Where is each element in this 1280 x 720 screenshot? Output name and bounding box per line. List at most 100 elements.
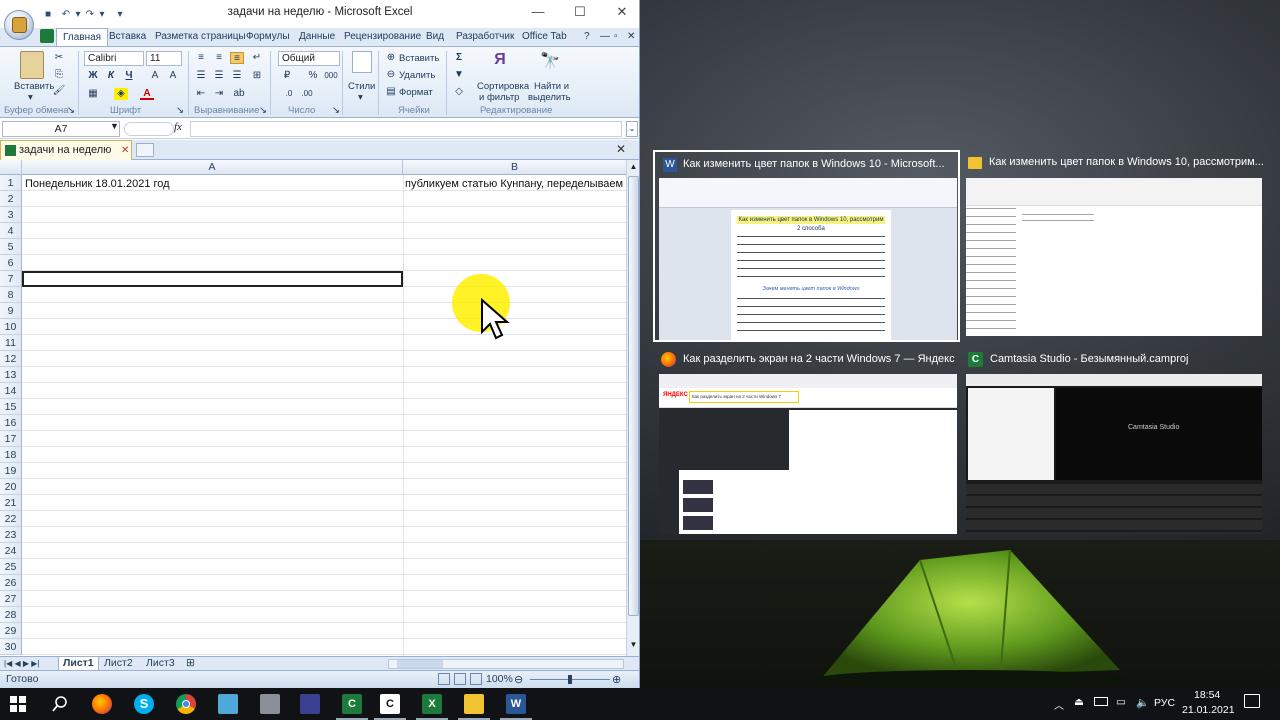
screen-tool-taskbar-icon[interactable] bbox=[218, 694, 238, 714]
table-row[interactable] bbox=[22, 639, 626, 655]
format-painter-icon[interactable]: 🖌 bbox=[52, 85, 66, 97]
underline-icon[interactable]: Ч bbox=[122, 70, 136, 82]
clipboard-launcher-icon[interactable]: ↘ bbox=[67, 105, 75, 116]
zoom-level[interactable]: 100% bbox=[486, 673, 513, 685]
table-row[interactable] bbox=[22, 239, 626, 255]
sheet-tab-3[interactable]: Лист3 bbox=[146, 657, 175, 671]
merge-center-icon[interactable]: ⊞ bbox=[250, 70, 264, 82]
row-header[interactable]: 21 bbox=[0, 495, 22, 511]
excel-window[interactable]: ■ ↶ ▾ ↷ ▾ ▾ задачи на неделю - Microsoft… bbox=[0, 0, 640, 688]
fill-icon[interactable]: ▼ bbox=[452, 69, 466, 81]
table-row[interactable] bbox=[22, 367, 626, 383]
taskview-window-explorer[interactable]: Как изменить цвет папок в Windows 10, ра… bbox=[962, 150, 1268, 342]
row-header[interactable]: 16 bbox=[0, 415, 22, 431]
font-launcher-icon[interactable]: ↘ bbox=[176, 105, 184, 116]
row-header[interactable]: 27 bbox=[0, 591, 22, 607]
table-row[interactable] bbox=[22, 399, 626, 415]
format-cells-button[interactable]: Формат bbox=[399, 87, 433, 98]
table-row[interactable] bbox=[22, 623, 626, 639]
clock-time[interactable]: 18:54 bbox=[1194, 689, 1220, 701]
tab-formulas[interactable]: Формулы bbox=[246, 28, 290, 46]
row-header[interactable]: 18 bbox=[0, 447, 22, 463]
usb-icon[interactable]: ⏏ bbox=[1074, 696, 1084, 708]
tab-review[interactable]: Рецензирование bbox=[344, 28, 421, 46]
scroll-up-icon[interactable]: ▲ bbox=[628, 162, 639, 174]
row-header[interactable]: 26 bbox=[0, 575, 22, 591]
start-icon[interactable] bbox=[10, 696, 26, 712]
horizontal-scrollbar[interactable] bbox=[388, 659, 624, 669]
align-middle-icon[interactable]: ≡ bbox=[212, 52, 226, 64]
table-row[interactable] bbox=[22, 319, 626, 335]
align-top-icon[interactable]: ≡ bbox=[194, 52, 208, 64]
alignment-launcher-icon[interactable]: ↘ bbox=[259, 105, 267, 116]
number-format-select[interactable]: Общий bbox=[278, 51, 340, 66]
network-icon[interactable]: ▭ bbox=[1116, 696, 1126, 708]
active-cell-a7[interactable] bbox=[22, 271, 403, 287]
zoom-in-icon[interactable]: ⊕ bbox=[612, 673, 621, 686]
taskview-window-firefox[interactable]: Как разделить экран на 2 части Windows 7… bbox=[653, 346, 960, 538]
table-row[interactable] bbox=[22, 511, 626, 527]
table-row[interactable] bbox=[22, 431, 626, 447]
excel-taskbar-icon[interactable]: X bbox=[422, 694, 442, 714]
insert-function-icon[interactable]: fx bbox=[174, 121, 182, 133]
table-row[interactable] bbox=[22, 543, 626, 559]
expand-formula-icon[interactable]: ⌄ bbox=[626, 121, 638, 137]
show-hidden-icons[interactable]: ︿ bbox=[1054, 697, 1064, 712]
paste-button[interactable]: Вставить bbox=[14, 81, 54, 92]
name-box-dropdown-icon[interactable]: ▼ bbox=[110, 121, 119, 131]
fill-color-icon[interactable]: ◈ bbox=[114, 88, 128, 100]
clock-date[interactable]: 21.01.2021 bbox=[1182, 704, 1235, 716]
grow-font-icon[interactable]: A bbox=[148, 70, 162, 82]
search-icon[interactable] bbox=[52, 696, 68, 712]
title-bar[interactable]: ■ ↶ ▾ ↷ ▾ ▾ задачи на неделю - Microsoft… bbox=[0, 0, 639, 28]
table-row[interactable] bbox=[22, 191, 626, 207]
table-row[interactable] bbox=[22, 575, 626, 591]
sort-filter-icon[interactable]: Я bbox=[488, 51, 512, 77]
row-header[interactable]: 8 bbox=[0, 287, 22, 303]
language-indicator[interactable]: РУС bbox=[1154, 697, 1175, 709]
decrease-decimal-icon[interactable]: .00 bbox=[300, 88, 314, 100]
cut-icon[interactable]: ✂ bbox=[52, 52, 66, 64]
table-row[interactable] bbox=[22, 383, 626, 399]
find-select-line1[interactable]: Найти и bbox=[534, 81, 569, 92]
skype-taskbar-icon[interactable]: S bbox=[134, 694, 154, 714]
table-row[interactable] bbox=[22, 415, 626, 431]
row-header[interactable]: 4 bbox=[0, 223, 22, 239]
word-taskbar-icon[interactable]: W bbox=[506, 694, 526, 714]
page-layout-view-icon[interactable] bbox=[454, 673, 466, 685]
accounting-format-icon[interactable]: ₽ bbox=[280, 70, 294, 82]
tab-page-layout[interactable]: Разметка страницы bbox=[155, 28, 246, 46]
chrome-taskbar-icon[interactable] bbox=[176, 694, 196, 714]
ribbon-restore-icon[interactable]: ▫ bbox=[614, 28, 618, 46]
borders-icon[interactable]: ▦ bbox=[86, 88, 100, 100]
increase-decimal-icon[interactable]: .0 bbox=[282, 88, 296, 100]
copy-icon[interactable]: ⎘ bbox=[52, 69, 66, 81]
formula-input[interactable] bbox=[190, 121, 622, 137]
row-header[interactable]: 30 bbox=[0, 639, 22, 655]
first-sheet-icon[interactable]: |◀ ◀ ▶ ▶| bbox=[4, 657, 39, 671]
table-row[interactable] bbox=[22, 527, 626, 543]
italic-icon[interactable]: К bbox=[104, 70, 118, 82]
h-scroll-thumb[interactable] bbox=[397, 660, 443, 668]
row-header[interactable]: 2 bbox=[0, 191, 22, 207]
comma-style-icon[interactable]: 000 bbox=[324, 70, 338, 82]
help-icon[interactable]: ? bbox=[584, 28, 590, 46]
sheet-tab-2[interactable]: Лист2 bbox=[104, 657, 133, 671]
table-row[interactable] bbox=[22, 335, 626, 351]
minimize-button[interactable]: — bbox=[530, 4, 546, 20]
row-header[interactable]: 10 bbox=[0, 319, 22, 335]
taskview-window-camtasia[interactable]: C Camtasia Studio - Безымянный.camproj C… bbox=[962, 346, 1268, 538]
row-header[interactable]: 9 bbox=[0, 303, 22, 319]
ribbon-minimize-icon[interactable]: — bbox=[600, 28, 610, 46]
font-name-select[interactable]: Calibri bbox=[84, 51, 144, 66]
table-row[interactable] bbox=[22, 255, 626, 271]
table-row[interactable] bbox=[22, 223, 626, 239]
row-header[interactable]: 1 bbox=[0, 175, 22, 191]
decrease-indent-icon[interactable]: ⇤ bbox=[194, 88, 208, 100]
app-taskbar-icon[interactable] bbox=[300, 694, 320, 714]
explorer-taskbar-icon[interactable] bbox=[464, 694, 484, 714]
percent-icon[interactable]: % bbox=[306, 70, 320, 82]
camtasia-taskbar-icon[interactable]: C bbox=[342, 694, 362, 714]
cell-b1[interactable]: публикуем статью Кунпану, переделываем bbox=[405, 176, 625, 192]
close-button[interactable]: ✕ bbox=[614, 4, 630, 20]
